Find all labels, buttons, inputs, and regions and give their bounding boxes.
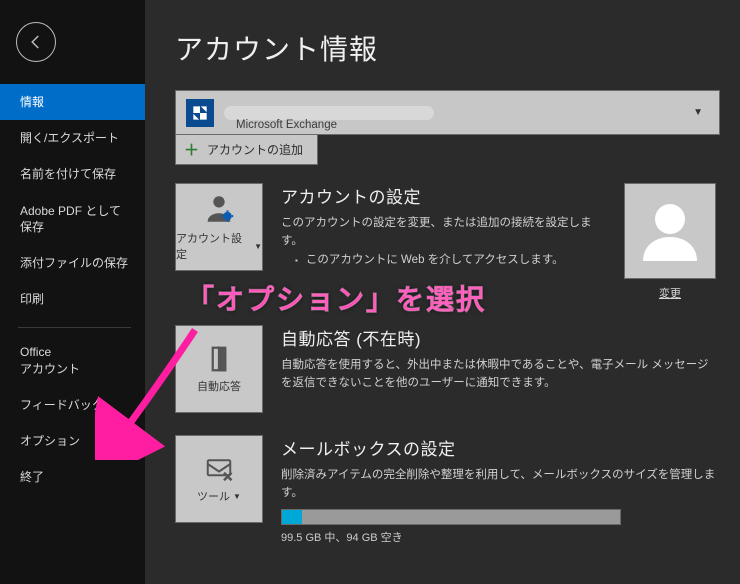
sidebar-item-options[interactable]: オプション [0, 423, 145, 459]
tools-icon [204, 454, 234, 484]
storage-bar [281, 509, 621, 525]
back-button[interactable] [16, 22, 56, 62]
sidebar-item-print[interactable]: 印刷 [0, 281, 145, 317]
section-desc: このアカウントの設定を変更、または追加の接続を設定します。 [281, 217, 592, 247]
sidebar-item-open-export[interactable]: 開く/エクスポート [0, 120, 145, 156]
sidebar-item-save-attachments[interactable]: 添付ファイルの保存 [0, 245, 145, 281]
add-account-button[interactable]: ＋ アカウントの追加 [175, 135, 318, 165]
account-email-redacted [224, 106, 434, 120]
storage-fill [282, 510, 302, 524]
section-auto-reply: 自動応答 自動応答 (不在時) 自動応答を使用すると、外出中または休暇中であるこ… [175, 325, 720, 413]
tile-label: アカウント設定 [176, 230, 251, 262]
sidebar-item-adobe-pdf[interactable]: Adobe PDF として保存 [0, 193, 145, 245]
sidebar-item-feedback[interactable]: フィードバック [0, 387, 145, 423]
section-desc: 削除済みアイテムの完全削除や整理を利用して、メールボックスのサイズを管理します。 [281, 466, 720, 503]
avatar-change-link[interactable]: 変更 [659, 285, 681, 301]
section-mailbox-settings: ツール ▼ メールボックスの設定 削除済みアイテムの完全削除や整理を利用して、メ… [175, 435, 720, 545]
tile-tools[interactable]: ツール ▼ [175, 435, 263, 523]
plus-icon: ＋ [184, 139, 199, 160]
tile-label: ツール [197, 488, 230, 504]
user-gear-icon [202, 192, 236, 226]
sidebar-item-exit[interactable]: 終了 [0, 459, 145, 495]
page-title: アカウント情報 [175, 28, 720, 68]
avatar-image [624, 183, 716, 279]
sidebar-separator [18, 327, 131, 328]
chevron-down-icon: ▼ [233, 492, 241, 501]
tile-account-settings[interactable]: アカウント設定 ▼ [175, 183, 263, 271]
section-title: メールボックスの設定 [281, 435, 720, 460]
add-account-label: アカウントの追加 [207, 141, 303, 158]
tile-auto-reply[interactable]: 自動応答 [175, 325, 263, 413]
backstage-sidebar: 情報 開く/エクスポート 名前を付けて保存 Adobe PDF として保存 添付… [0, 0, 145, 584]
sidebar-item-info[interactable]: 情報 [0, 84, 145, 120]
account-dropdown-icon[interactable]: ▼ [693, 107, 709, 118]
section-title: 自動応答 (不在時) [281, 325, 720, 350]
section-title: アカウントの設定 [281, 183, 602, 208]
exchange-icon [186, 99, 214, 127]
account-selector[interactable]: Microsoft Exchange ▼ [175, 90, 720, 135]
door-icon [204, 344, 234, 374]
chevron-down-icon: ▼ [254, 242, 262, 251]
sidebar-item-office-account[interactable]: Office アカウント [0, 334, 145, 386]
storage-text: 99.5 GB 中、94 GB 空き [281, 529, 720, 545]
section-bullet: このアカウントに Web を介してアクセスします。 [281, 254, 564, 266]
tile-label: 自動応答 [197, 378, 241, 394]
sidebar-item-save-as[interactable]: 名前を付けて保存 [0, 156, 145, 192]
section-desc: 自動応答を使用すると、外出中または休暇中であることや、電子メール メッセージを返… [281, 356, 720, 393]
backstage-main: アカウント情報 Microsoft Exchange ▼ ＋ アカウントの追加 [145, 0, 740, 584]
section-account-settings: アカウント設定 ▼ アカウントの設定 このアカウントの設定を変更、または追加の接… [175, 183, 720, 301]
account-type-label: Microsoft Exchange [236, 119, 337, 131]
